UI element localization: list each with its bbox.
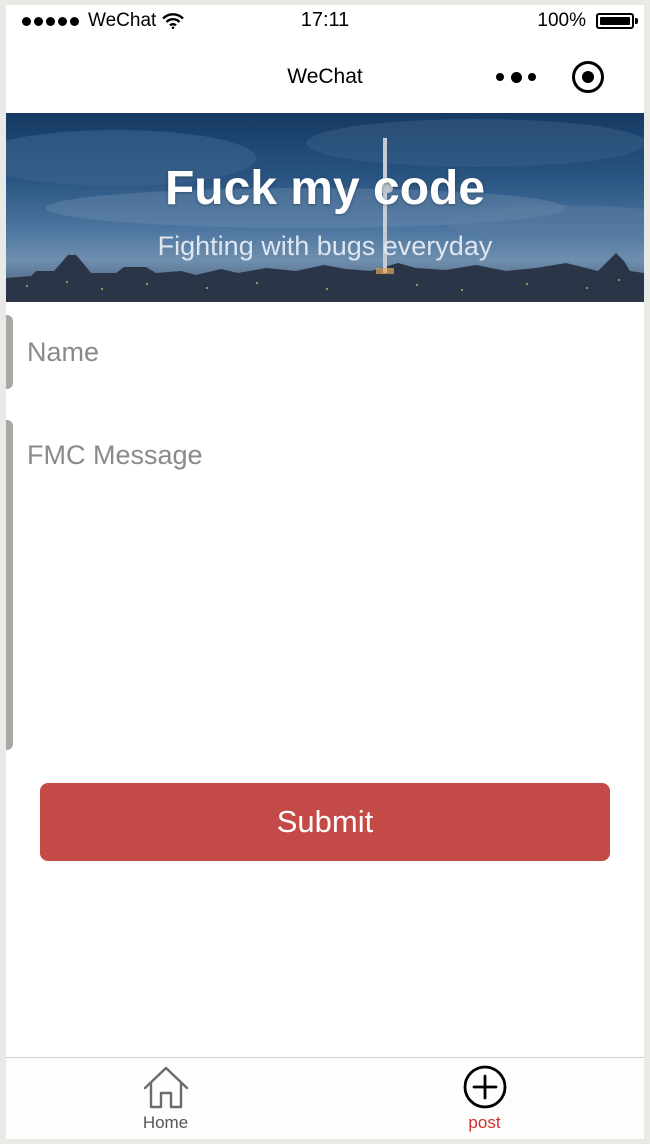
record-icon[interactable] — [572, 61, 604, 93]
tab-post[interactable]: post — [325, 1058, 644, 1139]
more-dots-icon[interactable] — [496, 65, 536, 89]
tab-bar: Home post — [6, 1057, 644, 1139]
home-icon — [143, 1066, 188, 1109]
status-right: 100% — [537, 10, 638, 32]
tab-post-label: post — [468, 1113, 501, 1132]
banner-subtitle: Fighting with bugs everyday — [157, 231, 493, 261]
tab-home[interactable]: Home — [6, 1058, 325, 1139]
submit-button[interactable]: Submit — [40, 783, 610, 861]
name-field[interactable] — [6, 315, 644, 389]
banner-title: Fuck my code — [164, 162, 486, 215]
tab-home-label: Home — [142, 1113, 189, 1132]
nav-title: WeChat — [287, 65, 363, 88]
header-banner: Fuck my code Fighting with bugs everyday — [6, 113, 644, 302]
battery-percent: 100% — [537, 10, 586, 31]
phone-screen: WeChat 17:11 100% WeChat Fuck my code Fi… — [6, 5, 644, 1139]
nav-bar: WeChat — [6, 39, 644, 113]
battery-icon — [596, 13, 638, 29]
message-field[interactable] — [6, 420, 644, 750]
status-bar: WeChat 17:11 100% — [6, 5, 644, 39]
plus-circle-icon — [463, 1065, 506, 1109]
